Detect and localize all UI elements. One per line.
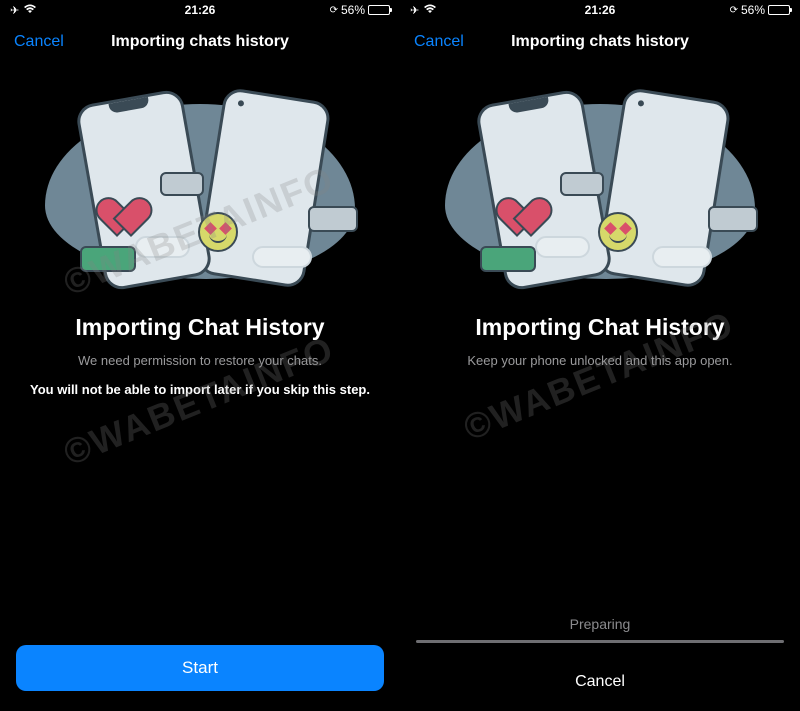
nav-cancel-button[interactable]: Cancel (414, 33, 464, 51)
start-button[interactable]: Start (16, 645, 384, 691)
illustration (30, 84, 370, 294)
progress-label: Preparing (416, 616, 784, 632)
nav-bar: Cancel Importing chats history (0, 20, 400, 64)
heart-icon (508, 199, 548, 235)
status-bar: ✈ 21:26 ⟳ 56% (0, 0, 400, 20)
nav-title: Importing chats history (111, 33, 289, 51)
screen-import-progress: ✈ 21:26 ⟳ 56% Cancel Importing chats his… (400, 0, 800, 711)
content-area: Importing Chat History Keep your phone u… (400, 294, 800, 382)
battery-icon (768, 5, 790, 15)
bottom-actions: Preparing Cancel (400, 616, 800, 691)
heart-icon (108, 199, 148, 235)
nav-cancel-button[interactable]: Cancel (14, 33, 64, 51)
page-subtitle: Keep your phone unlocked and this app op… (424, 353, 776, 368)
chat-bubble-icon (308, 206, 358, 232)
illustration (430, 84, 770, 294)
airplane-mode-icon: ✈ (10, 4, 19, 17)
page-heading: Importing Chat History (24, 314, 376, 341)
battery-percent: 56% (741, 3, 765, 17)
chat-bubble-icon (480, 246, 536, 272)
nav-bar: Cancel Importing chats history (400, 20, 800, 64)
content-area: Importing Chat History We need permissio… (0, 294, 400, 397)
chat-bubble-icon (560, 172, 604, 196)
page-heading: Importing Chat History (424, 314, 776, 341)
status-bar: ✈ 21:26 ⟳ 56% (400, 0, 800, 20)
wifi-icon (423, 3, 437, 17)
airplane-mode-icon: ✈ (410, 4, 419, 17)
status-time: 21:26 (185, 3, 216, 17)
bottom-actions: Start (0, 645, 400, 691)
rotation-lock-icon: ⟳ (330, 5, 338, 16)
cancel-button[interactable]: Cancel (416, 673, 784, 691)
screen-import-start: ✈ 21:26 ⟳ 56% Cancel Importing chats his… (0, 0, 400, 711)
heart-eyes-emoji-icon (598, 212, 638, 252)
page-subtitle: We need permission to restore your chats… (24, 353, 376, 368)
battery-percent: 56% (341, 3, 365, 17)
chat-bubble-icon (80, 246, 136, 272)
rotation-lock-icon: ⟳ (730, 5, 738, 16)
chat-bubble-icon (708, 206, 758, 232)
nav-title: Importing chats history (511, 33, 689, 51)
warning-text: You will not be able to import later if … (24, 382, 376, 397)
chat-bubble-icon (160, 172, 204, 196)
progress-bar (416, 640, 784, 643)
status-time: 21:26 (585, 3, 616, 17)
heart-eyes-emoji-icon (198, 212, 238, 252)
battery-icon (368, 5, 390, 15)
wifi-icon (23, 3, 37, 17)
